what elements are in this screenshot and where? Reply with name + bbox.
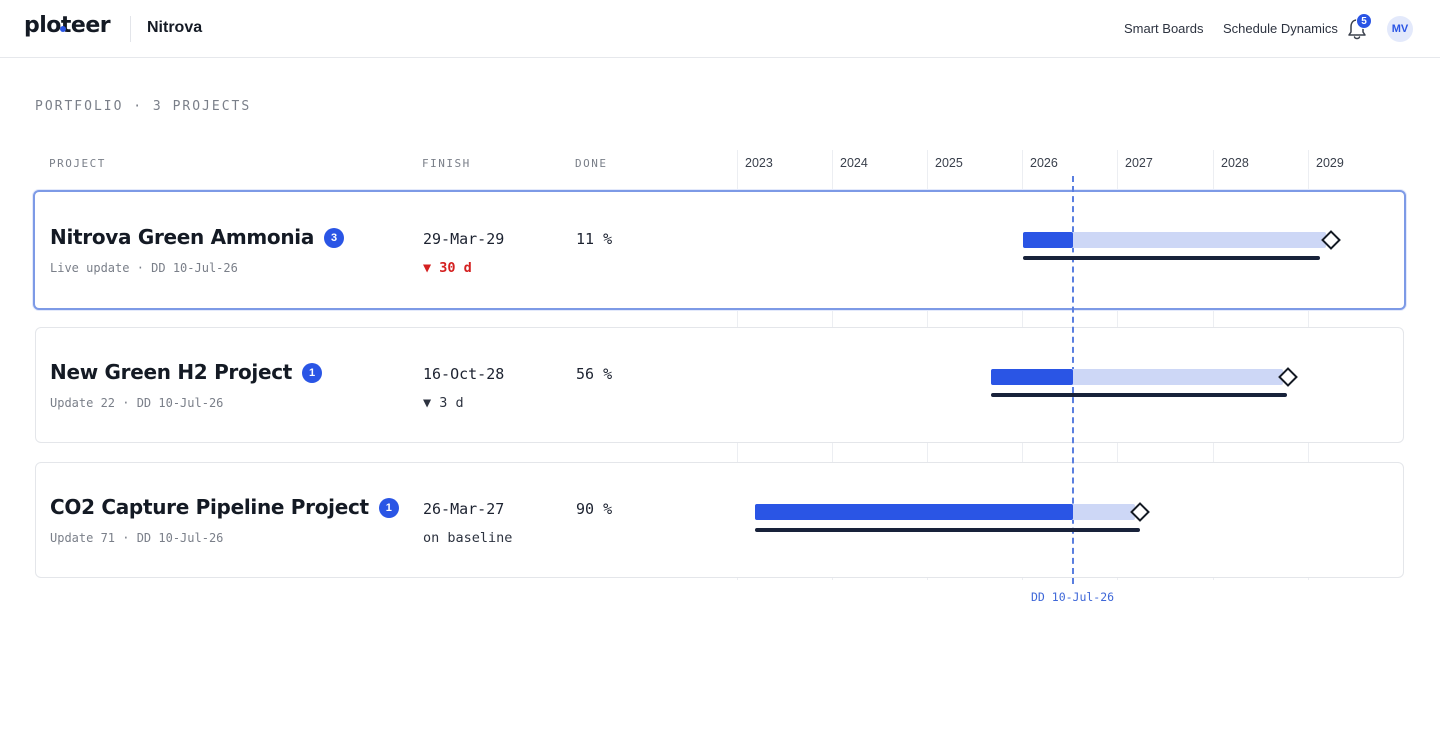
project-row[interactable]: CO2 Capture Pipeline Project 1 Update 71 ·… (35, 462, 1404, 578)
finish-variance: ▼ 3 d (423, 395, 464, 411)
gantt-baseline-bar (1023, 256, 1320, 260)
data-date-label: DD 10-Jul-26 (1031, 590, 1115, 604)
update-count-badge[interactable]: 1 (302, 363, 323, 383)
project-name-text: Nitrova Green Ammonia (50, 225, 315, 249)
year-label: 2027 (1125, 156, 1153, 170)
project-name[interactable]: Nitrova Green Ammonia 3 (50, 225, 345, 249)
portfolio-title: PORTFOLIO · 3 PROJECTS (35, 99, 252, 114)
finish-variance: ▼ 30 d (423, 260, 472, 276)
project-name-text: CO2 Capture Pipeline Project (50, 495, 369, 519)
column-header-done: DONE (575, 157, 608, 170)
ploteer-logo[interactable]: ploteer (24, 13, 111, 38)
update-count-badge[interactable]: 3 (324, 228, 345, 248)
gantt-progress-bar (1023, 232, 1073, 248)
gantt-progress-bar (991, 369, 1073, 385)
header-divider (130, 16, 131, 42)
project-update-info: Update 22 · DD 10-Jul-26 (50, 396, 224, 410)
year-label: 2029 (1316, 156, 1344, 170)
percent-complete: 11 % (576, 230, 613, 248)
project-name[interactable]: New Green H2 Project 1 (50, 360, 323, 384)
logo-dot (60, 26, 66, 32)
finish-date: 26-Mar-27 (423, 500, 505, 518)
project-update-info: Update 71 · DD 10-Jul-26 (50, 531, 224, 545)
project-name-text: New Green H2 Project (50, 360, 293, 384)
update-count-badge[interactable]: 1 (378, 498, 399, 518)
finish-variance: on baseline (423, 530, 513, 546)
gantt-progress-bar (755, 504, 1073, 520)
year-label: 2024 (840, 156, 868, 170)
gantt-baseline-bar (755, 528, 1140, 532)
nav-smart-boards[interactable]: Smart Boards (1124, 21, 1203, 36)
year-label: 2023 (745, 156, 773, 170)
finish-date: 16-Oct-28 (423, 365, 505, 383)
percent-complete: 90 % (576, 500, 613, 518)
project-row[interactable]: Nitrova Green Ammonia 3 Live update · DD 1… (33, 190, 1406, 310)
user-avatar[interactable]: MV (1387, 16, 1413, 42)
nav-schedule-dynamics[interactable]: Schedule Dynamics (1223, 21, 1338, 36)
finish-date: 29-Mar-29 (423, 230, 505, 248)
top-bar: ploteer Nitrova Smart Boards Schedule Dy… (0, 0, 1440, 58)
percent-complete: 56 % (576, 365, 613, 383)
project-row[interactable]: New Green H2 Project 1 Update 22 · DD 10-J… (35, 327, 1404, 443)
notification-count-badge: 5 (1356, 13, 1372, 29)
column-header-project: PROJECT (49, 157, 106, 170)
year-label: 2025 (935, 156, 963, 170)
column-header-finish: FINISH (422, 157, 471, 170)
project-name[interactable]: CO2 Capture Pipeline Project 1 (50, 495, 399, 519)
project-update-info: Live update · DD 10-Jul-26 (50, 261, 238, 275)
year-label: 2026 (1030, 156, 1058, 170)
year-label: 2028 (1221, 156, 1249, 170)
gantt-baseline-bar (991, 393, 1287, 397)
organization-name[interactable]: Nitrova (147, 19, 202, 37)
